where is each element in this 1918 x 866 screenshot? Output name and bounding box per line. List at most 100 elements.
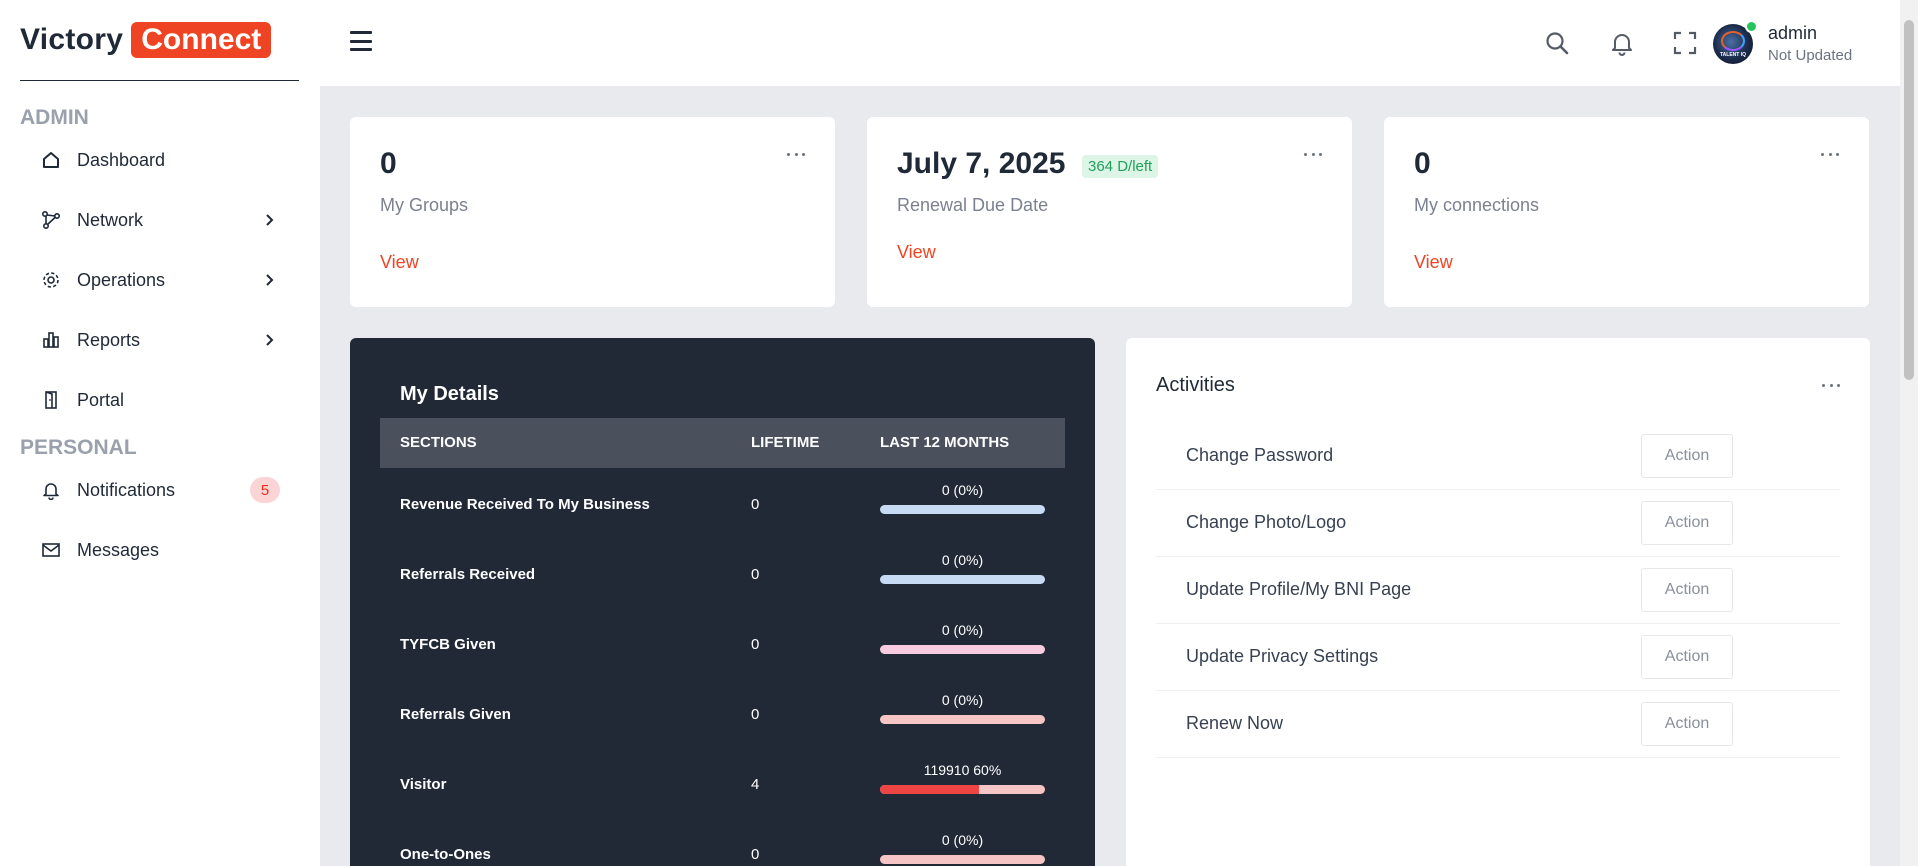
- sidebar-item-dashboard[interactable]: Dashboard: [40, 140, 285, 180]
- column-header-last-12-months: LAST 12 MONTHS: [880, 434, 1010, 451]
- sidebar-item-label: Operations: [77, 269, 166, 290]
- days-left-badge: 364 D/left: [1082, 155, 1159, 178]
- stat-label: My Groups: [380, 195, 469, 215]
- row-last-12-months: 0 (0%): [941, 482, 984, 498]
- activity-label: Renew Now: [1186, 713, 1284, 733]
- sidebar-item-label: Messages: [77, 539, 160, 560]
- stat-label: Renewal Due Date: [897, 195, 1049, 215]
- row-last-12-months: 119910 60%: [923, 762, 1002, 778]
- topbar: TALENT IQ admin Not Updated: [320, 0, 1900, 86]
- table-row: TYFCB Given 0 0 (0%): [380, 610, 1065, 680]
- stat-value: 0: [380, 147, 397, 180]
- activities-title: Activities: [1156, 374, 1235, 396]
- section-label-admin: ADMIN: [20, 106, 89, 129]
- table-row: Referrals Given 0 0 (0%): [380, 680, 1065, 750]
- user-status: Not Updated: [1768, 47, 1853, 64]
- logo-divider: [20, 80, 299, 81]
- row-lifetime: 0: [751, 496, 760, 513]
- notifications-count-badge: 5: [250, 477, 280, 503]
- door-icon: [40, 389, 62, 411]
- row-lifetime: 4: [751, 776, 760, 793]
- stat-value: July 7, 2025: [897, 147, 1066, 180]
- chevron-right-icon: [261, 332, 277, 348]
- update-privacy-action-button[interactable]: Action: [1641, 635, 1733, 679]
- more-options-icon[interactable]: [1822, 380, 1840, 390]
- row-section: One-to-Ones: [400, 846, 491, 863]
- progress-bar: [880, 645, 1045, 654]
- sidebar-item-label: Dashboard: [77, 149, 166, 170]
- progress-bar: [880, 855, 1045, 864]
- bar-chart-icon: [40, 329, 62, 351]
- menu-icon[interactable]: [350, 31, 372, 51]
- stat-card-connections: 0 My connections View: [1384, 117, 1869, 307]
- row-section: TYFCB Given: [400, 636, 496, 653]
- row-lifetime: 0: [751, 636, 760, 653]
- fullscreen-icon[interactable]: [1670, 28, 1700, 58]
- logo-word-connect: Connect: [131, 22, 272, 58]
- sidebar-item-label: Notifications: [77, 479, 176, 500]
- more-options-icon[interactable]: [1304, 149, 1322, 159]
- search-icon[interactable]: [1542, 28, 1572, 58]
- progress-bar: [880, 575, 1045, 584]
- sidebar-item-network[interactable]: Network: [40, 200, 285, 240]
- progress-bar: [880, 505, 1045, 514]
- row-section: Visitor: [400, 776, 447, 793]
- chevron-right-icon: [261, 272, 277, 288]
- table-row: Visitor 4 119910 60%: [380, 750, 1065, 820]
- list-item: Change Password Action: [1156, 423, 1840, 490]
- change-password-action-button[interactable]: Action: [1641, 434, 1733, 478]
- activity-label: Change Photo/Logo: [1186, 512, 1347, 532]
- update-profile-action-button[interactable]: Action: [1641, 568, 1733, 612]
- sidebar-item-messages[interactable]: Messages: [40, 530, 285, 570]
- row-last-12-months: 0 (0%): [941, 832, 984, 848]
- stat-card-groups: 0 My Groups View: [350, 117, 835, 307]
- row-lifetime: 0: [751, 846, 760, 863]
- section-label-personal: PERSONAL: [20, 436, 137, 459]
- more-options-icon[interactable]: [787, 149, 805, 159]
- progress-fill: [880, 785, 979, 794]
- sidebar-item-label: Portal: [77, 389, 125, 410]
- avatar-logo-icon: [1721, 31, 1745, 51]
- my-details-title: My Details: [400, 383, 499, 405]
- row-lifetime: 0: [751, 706, 760, 723]
- app-logo[interactable]: Victory Connect: [20, 22, 272, 58]
- user-name[interactable]: admin: [1768, 23, 1817, 44]
- logo-word-victory: Victory: [20, 23, 124, 56]
- sidebar-item-operations[interactable]: Operations: [40, 260, 285, 300]
- mail-icon: [40, 539, 62, 561]
- column-header-sections: SECTIONS: [400, 434, 477, 451]
- row-last-12-months: 0 (0%): [941, 692, 984, 708]
- bell-icon[interactable]: [1607, 28, 1637, 58]
- row-section: Referrals Given: [400, 706, 511, 723]
- avatar-text: TALENT IQ: [1719, 52, 1746, 58]
- online-status-dot: [1745, 20, 1758, 33]
- more-options-icon[interactable]: [1821, 149, 1839, 159]
- chevron-right-icon: [261, 212, 277, 228]
- activity-label: Update Profile/My BNI Page: [1186, 579, 1412, 599]
- progress-bar: [880, 715, 1045, 724]
- stat-card-renewal: July 7, 2025 364 D/left Renewal Due Date…: [867, 117, 1352, 307]
- sidebar-item-reports[interactable]: Reports: [40, 320, 285, 360]
- list-item: Update Profile/My BNI Page Action: [1156, 557, 1840, 624]
- sidebar: Victory Connect ADMIN Dashboard Network …: [0, 0, 320, 866]
- table-row: One-to-Ones 0 0 (0%): [380, 820, 1065, 866]
- activity-label: Change Password: [1186, 445, 1334, 465]
- my-details-card: My Details SECTIONS LIFETIME LAST 12 MON…: [350, 338, 1095, 866]
- stat-label: My connections: [1414, 195, 1540, 215]
- renew-now-action-button[interactable]: Action: [1641, 702, 1733, 746]
- change-photo-action-button[interactable]: Action: [1641, 501, 1733, 545]
- row-lifetime: 0: [751, 566, 760, 583]
- page-scrollbar[interactable]: [1900, 0, 1918, 866]
- row-section: Referrals Received: [400, 566, 536, 583]
- view-link[interactable]: View: [380, 252, 419, 273]
- table-row: Revenue Received To My Business 0 0 (0%): [380, 470, 1065, 540]
- sidebar-item-notifications[interactable]: Notifications 5: [40, 470, 285, 510]
- sidebar-item-label: Network: [77, 209, 144, 230]
- view-link[interactable]: View: [897, 242, 936, 263]
- sidebar-item-portal[interactable]: Portal: [40, 380, 285, 420]
- view-link[interactable]: View: [1414, 252, 1453, 273]
- column-header-lifetime: LIFETIME: [751, 434, 820, 451]
- gear-icon: [40, 269, 62, 291]
- scrollbar-thumb[interactable]: [1904, 20, 1914, 380]
- stat-value: 0: [1414, 147, 1431, 180]
